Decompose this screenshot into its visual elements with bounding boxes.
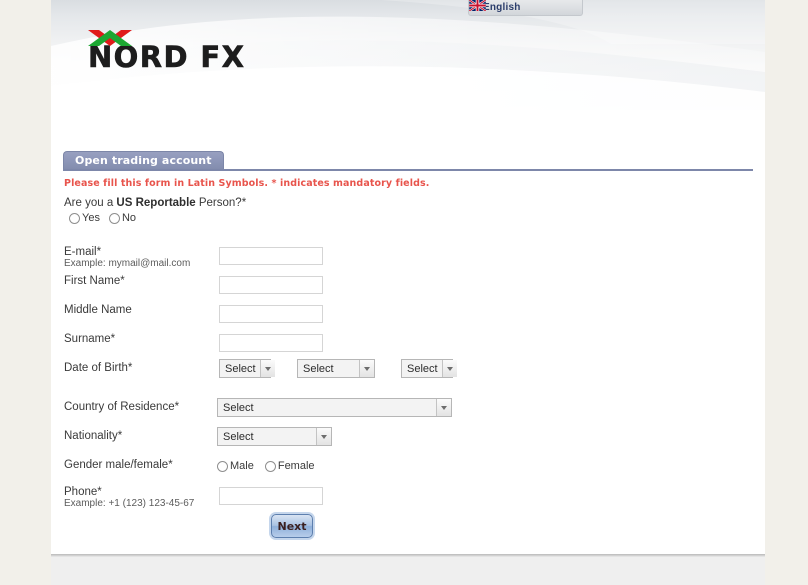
gender-label: Gender male/female*: [64, 459, 173, 471]
email-hint: Example: mymail@mail.com: [64, 258, 191, 269]
content-column: English NORD FX Open trading account Ple…: [51, 0, 765, 585]
chevron-down-icon: [359, 360, 374, 377]
gender-control: Male Female: [217, 460, 315, 472]
tab-row: Open trading account: [63, 151, 753, 171]
nordfx-logo[interactable]: NORD FX: [88, 30, 288, 82]
field-row-surname: Surname*: [64, 333, 664, 359]
phone-label: Phone*: [64, 486, 102, 498]
day-select-value: Select: [225, 362, 256, 375]
date-of-birth-control: Select Select Select: [219, 359, 457, 378]
chevron-down-icon: [259, 360, 275, 377]
us-reportable-radio-no[interactable]: No: [108, 212, 137, 224]
chevron-down-icon: [316, 428, 331, 445]
date-of-birth-month-select[interactable]: Select: [297, 359, 375, 378]
email-control: [219, 246, 323, 265]
site-header: English NORD FX: [51, 0, 765, 110]
field-row-phone: Phone* Example: +1 (123) 123-45-67: [64, 486, 664, 512]
country-of-residence-label: Country of Residence*: [64, 401, 180, 413]
tab-open-trading-account[interactable]: Open trading account: [63, 151, 224, 169]
chevron-down-icon: [441, 360, 457, 377]
year-select-value: Select: [407, 362, 438, 375]
gender-female-label: Female: [277, 460, 315, 472]
language-label: English: [483, 2, 521, 13]
page-root: English NORD FX Open trading account Ple…: [0, 0, 808, 585]
email-input[interactable]: [219, 247, 323, 265]
radio-circle-icon: [264, 460, 276, 472]
first-name-label: First Name*: [64, 275, 125, 287]
us-reportable-radio-yes[interactable]: Yes: [69, 212, 100, 224]
nationality-label: Nationality*: [64, 430, 123, 442]
date-of-birth-day-select[interactable]: Select: [219, 359, 275, 378]
field-row-nationality: Nationality* Select: [64, 427, 664, 456]
us-reportable-radio-group: Yes No: [64, 212, 246, 224]
us-question-prefix: Are you a: [64, 197, 117, 209]
gender-radio-group: Male Female: [217, 460, 315, 472]
country-of-residence-select[interactable]: Select: [217, 398, 452, 417]
us-reportable-no-label: No: [121, 212, 137, 224]
field-row-gender: Gender male/female* Male Female: [64, 459, 664, 485]
country-select-value: Select: [223, 401, 254, 414]
chevron-down-icon: [436, 399, 451, 416]
first-name-control: [219, 275, 323, 294]
surname-label: Surname*: [64, 333, 116, 345]
phone-control: [219, 486, 323, 505]
first-name-input[interactable]: [219, 276, 323, 294]
middle-name-label: Middle Name: [64, 304, 132, 316]
nationality-select-value: Select: [223, 430, 254, 443]
field-row-middle-name: Middle Name: [64, 304, 664, 330]
us-question-emphasis: US Reportable: [116, 197, 196, 209]
date-of-birth-select-group: Select Select Select: [219, 359, 457, 378]
footer-area: [51, 557, 765, 585]
radio-circle-icon: [69, 212, 80, 224]
tab-underline: [63, 169, 753, 171]
gender-radio-female[interactable]: Female: [264, 460, 315, 472]
phone-input[interactable]: [219, 487, 323, 505]
date-of-birth-label: Date of Birth*: [64, 362, 133, 374]
surname-control: [219, 333, 323, 352]
field-row-email: E-mail* Example: mymail@mail.com: [64, 246, 664, 272]
email-label: E-mail*: [64, 246, 102, 258]
nationality-control: Select: [217, 427, 332, 446]
radio-circle-icon: [108, 212, 120, 224]
form-notice: Please fill this form in Latin Symbols. …: [64, 178, 430, 189]
date-of-birth-year-select[interactable]: Select: [401, 359, 457, 378]
field-row-first-name: First Name*: [64, 275, 664, 301]
us-reportable-yes-label: Yes: [82, 212, 100, 224]
registration-form: Open trading account Please fill this fo…: [51, 110, 765, 548]
language-selector-tab[interactable]: English: [468, 0, 583, 16]
uk-flag-icon: [469, 0, 486, 11]
country-of-residence-control: Select: [217, 398, 452, 417]
gender-radio-male[interactable]: Male: [217, 460, 254, 472]
phone-hint: Example: +1 (123) 123-45-67: [64, 498, 195, 509]
gender-male-label: Male: [230, 460, 254, 472]
field-row-date-of-birth: Date of Birth* Select Select Select: [64, 359, 664, 388]
chevron-up-green-icon: [88, 30, 132, 46]
surname-input[interactable]: [219, 334, 323, 352]
field-row-country-of-residence: Country of Residence* Select: [64, 398, 664, 427]
month-select-value: Select: [303, 362, 334, 375]
nationality-select[interactable]: Select: [217, 427, 332, 446]
us-question-suffix: Person?*: [195, 197, 247, 209]
radio-circle-icon: [217, 460, 228, 472]
middle-name-input[interactable]: [219, 305, 323, 323]
us-reportable-question: Are you a US Reportable Person?*: [64, 197, 246, 209]
next-button[interactable]: Next: [271, 514, 313, 538]
us-reportable-block: Are you a US Reportable Person?* Yes No: [64, 197, 246, 224]
middle-name-control: [219, 304, 323, 323]
